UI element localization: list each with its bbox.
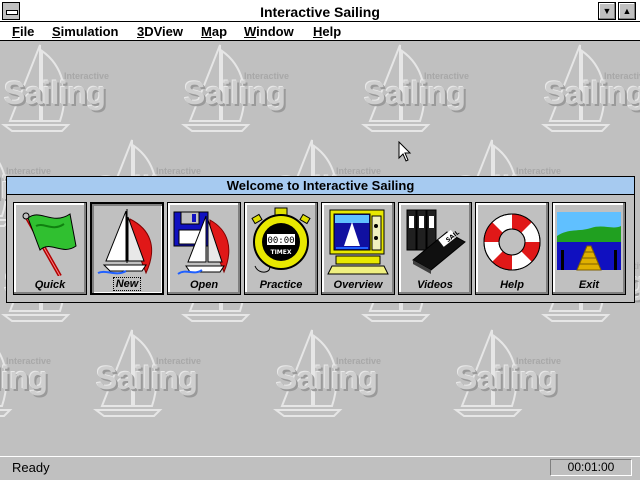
menu-mnemonic: H — [313, 24, 323, 39]
menu-label: ap — [211, 24, 228, 39]
elapsed-time: 00:01:00 — [550, 459, 632, 476]
tool-label: New — [113, 277, 141, 291]
watermark-tile: InteractiveSailing — [358, 41, 518, 136]
tool-label: Quick — [34, 279, 66, 291]
watermark-title: Sailing — [4, 75, 106, 111]
tool-label: Help — [500, 279, 524, 291]
menu-mnemonic: S — [52, 24, 61, 39]
watermark-title: Sailing — [364, 75, 466, 111]
tool-label: Exit — [578, 279, 600, 291]
watermark-tile: InteractiveSailing — [538, 41, 640, 136]
triangle-down-icon: ▼ — [602, 6, 612, 16]
open-button[interactable]: Open — [167, 202, 241, 295]
watermark-title: Sailing — [544, 75, 640, 111]
menu-help[interactable]: Help — [313, 24, 341, 39]
floppy-disk-sailboat-icon — [173, 211, 230, 275]
videos-button[interactable]: SAIL Videos — [398, 202, 472, 295]
dialog-title: Welcome to Interactive Sailing — [7, 177, 634, 195]
tool-label: Open — [189, 279, 219, 291]
menu-bar: File Simulation 3DView Map Window Help — [0, 22, 640, 41]
welcome-dialog: Welcome to Interactive Sailing Quick New — [6, 176, 635, 303]
status-text: Ready — [12, 460, 50, 475]
menu-simulation[interactable]: Simulation — [52, 24, 118, 39]
triangle-up-icon: ▲ — [622, 6, 632, 16]
svg-text:TIMEX: TIMEX — [270, 249, 291, 256]
window-title: Interactive Sailing — [260, 4, 380, 20]
watermark-tile: InteractiveSailing — [0, 41, 158, 136]
tool-label: Overview — [333, 279, 383, 291]
menu-map[interactable]: Map — [201, 24, 227, 39]
watermark-title: Sailing — [276, 360, 378, 396]
tool-label: Practice — [259, 279, 303, 291]
sailboat-icon — [97, 209, 153, 275]
menu-3dview[interactable]: 3DView — [137, 24, 183, 39]
menu-label: imulation — [60, 24, 119, 39]
maximize-button[interactable]: ▲ — [618, 2, 636, 20]
minimize-button[interactable]: ▼ — [598, 2, 616, 20]
new-button[interactable]: New — [90, 202, 164, 295]
watermark-tile: InteractiveSailing — [270, 326, 430, 421]
menu-label: ile — [19, 24, 35, 39]
computer-monitor-icon — [327, 209, 389, 275]
menu-file[interactable]: File — [12, 24, 34, 39]
watermark-title: Sailing — [96, 360, 198, 396]
green-flag-icon — [22, 212, 77, 276]
status-bar: Ready 00:01:00 — [0, 456, 640, 480]
title-bar[interactable]: Interactive Sailing ▼ ▲ — [0, 0, 640, 22]
watermark-tile: InteractiveSailing — [178, 41, 338, 136]
menu-mnemonic: F — [12, 24, 20, 39]
menu-label: elp — [322, 24, 342, 39]
stopwatch-icon: 00:00 TIMEX — [251, 207, 311, 273]
tool-label: Videos — [417, 279, 453, 291]
mouse-cursor-icon — [398, 141, 412, 162]
menu-mnemonic: M — [201, 24, 212, 39]
video-tapes-icon: SAIL — [406, 209, 466, 274]
quick-button[interactable]: Quick — [13, 202, 87, 295]
menu-label: indow — [256, 24, 294, 39]
watermark-tile: InteractiveSailing — [450, 326, 610, 421]
menu-window[interactable]: Window — [244, 24, 294, 39]
help-button[interactable]: Help — [475, 202, 549, 295]
svg-text:00:00: 00:00 — [267, 236, 294, 246]
watermark-tile: InteractiveSailing — [90, 326, 250, 421]
watermark-title: Sailing — [184, 75, 286, 111]
watermark-title: Sailing — [456, 360, 558, 396]
watermark-tile: InteractiveSailing — [0, 326, 100, 421]
watermark-title: Sailing — [0, 360, 48, 396]
exit-button[interactable]: Exit — [552, 202, 626, 295]
dock-pier-icon — [557, 212, 621, 271]
life-ring-icon — [483, 213, 541, 271]
menu-mnemonic: W — [244, 24, 257, 39]
menu-label: DView — [144, 24, 184, 39]
overview-button[interactable]: Overview — [321, 202, 395, 295]
practice-button[interactable]: 00:00 TIMEX Practice — [244, 202, 318, 295]
